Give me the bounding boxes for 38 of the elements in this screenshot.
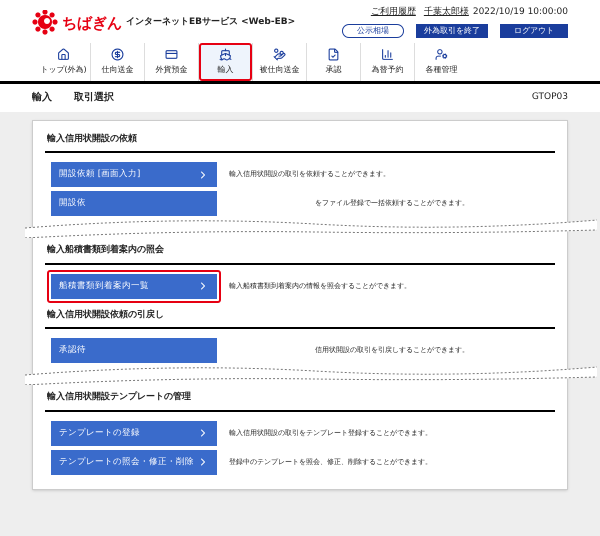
menu-button[interactable]: 承認待 bbox=[51, 338, 217, 363]
nav-tab[interactable]: 承認 bbox=[307, 42, 360, 80]
history-link[interactable]: ご利用履歴 bbox=[370, 6, 416, 20]
nav-tab[interactable]: 為替予約 bbox=[361, 42, 414, 80]
screen-id: GTOP03 bbox=[532, 90, 568, 104]
nav-tab[interactable]: 各種管理 bbox=[415, 42, 468, 80]
home-icon bbox=[57, 48, 70, 60]
nav-tab[interactable]: トップ(外為) bbox=[37, 42, 90, 80]
bank-logo-text: ちばぎん bbox=[62, 12, 122, 34]
section-title: 輸入船積書類到着案内の照会 bbox=[45, 238, 555, 264]
rates-button[interactable]: 公示相場 bbox=[342, 24, 404, 38]
breadcrumb-item: 取引選択 bbox=[74, 90, 114, 105]
menu-button[interactable]: テンプレートの照会・修正・削除 bbox=[51, 450, 217, 474]
ship-icon bbox=[219, 48, 232, 60]
nav-tab[interactable]: 外貨預金 bbox=[145, 42, 198, 80]
section-title: 輸入信用状開設依頼の引戻し bbox=[45, 302, 555, 329]
nav-tab[interactable]: 仕向送金 bbox=[91, 42, 144, 80]
header-button[interactable]: ログアウト bbox=[500, 24, 568, 38]
nav-tab[interactable]: 被仕向送金 bbox=[253, 42, 306, 80]
section-title: 輸入信用状開設の依頼 bbox=[45, 126, 555, 153]
flower-logo-icon bbox=[32, 10, 58, 36]
nav-tab[interactable]: 輸入 bbox=[199, 42, 252, 80]
header-button[interactable]: 外為取引を終了 bbox=[416, 24, 488, 38]
menu-button[interactable]: 開設依頼 [画面入力] bbox=[51, 162, 217, 187]
menu-button[interactable]: テンプレートの登録 bbox=[51, 420, 217, 446]
document-check-icon bbox=[327, 48, 340, 60]
breadcrumb-item: 輸入 bbox=[32, 90, 52, 105]
card-icon bbox=[165, 48, 178, 60]
dollar-coin-icon bbox=[111, 48, 124, 60]
menu-button[interactable]: 開設依 bbox=[51, 191, 217, 216]
section-title: 輸入信用状開設テンプレートの管理 bbox=[45, 385, 555, 412]
user-settings-icon bbox=[435, 48, 448, 60]
bar-chart-icon bbox=[381, 48, 394, 60]
date-time: 2022/10/19 10:00:00 bbox=[472, 6, 568, 19]
service-name: インターネットEBサービス <Web-EB> bbox=[126, 16, 296, 29]
menu-button[interactable]: 船積書類到着案内一覧 bbox=[51, 274, 217, 298]
user-name-link[interactable]: 千葉太郎様 bbox=[424, 6, 469, 20]
coin-hand-icon bbox=[273, 48, 286, 60]
